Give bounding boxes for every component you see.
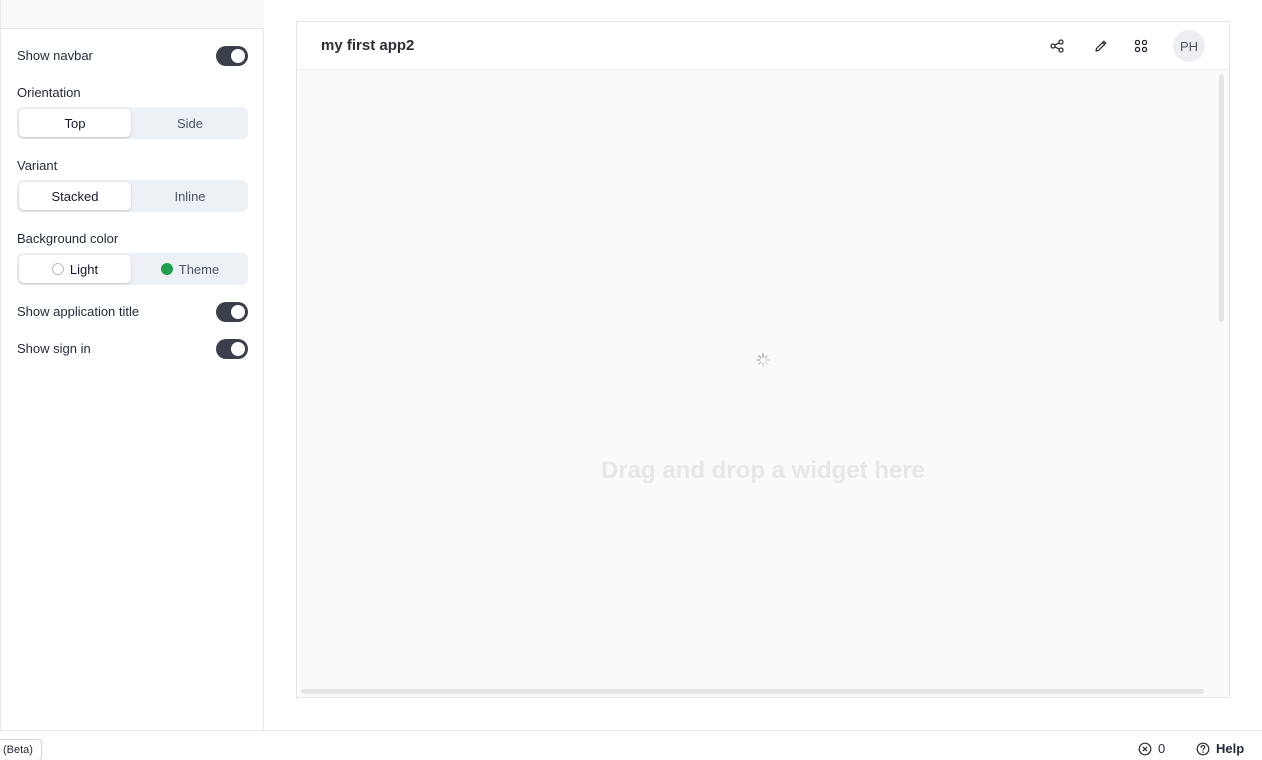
- help-button[interactable]: Help: [1196, 741, 1244, 756]
- help-label: Help: [1216, 741, 1245, 756]
- pencil-icon[interactable]: [1091, 36, 1111, 56]
- variant-option-inline[interactable]: Inline: [134, 182, 246, 210]
- toggle-knob: [231, 305, 245, 319]
- orientation-segmented-control: Top Side: [17, 107, 248, 139]
- app-preview-canvas: my first app2 PH Drag and drop a widget …: [296, 21, 1230, 698]
- drop-zone-hint: Drag and drop a widget here: [600, 457, 926, 484]
- show-app-title-toggle[interactable]: [216, 302, 248, 322]
- light-swatch-icon: [51, 263, 64, 275]
- background-option-theme-label: Theme: [178, 261, 220, 277]
- error-counter[interactable]: 0: [1138, 741, 1165, 756]
- horizontal-scrollbar[interactable]: [301, 689, 1204, 694]
- preview-navbar: my first app2 PH: [297, 22, 1229, 70]
- toggle-knob: [231, 342, 245, 356]
- show-app-title-label: Show application title: [17, 304, 140, 319]
- grid-icon[interactable]: [1131, 36, 1151, 56]
- show-navbar-toggle[interactable]: [216, 46, 248, 66]
- background-option-theme[interactable]: Theme: [134, 255, 246, 283]
- panel-header-strip: [1, 0, 264, 29]
- variant-label: Variant: [17, 158, 58, 173]
- background-option-light-label: Light: [69, 261, 99, 277]
- background-color-label: Background color: [17, 231, 119, 246]
- help-circle-icon: [1196, 742, 1210, 755]
- show-sign-in-label: Show sign in: [17, 341, 91, 356]
- variant-option-stacked[interactable]: Stacked: [19, 182, 131, 210]
- orientation-option-side[interactable]: Side: [134, 109, 246, 137]
- background-color-segmented-control: Light Theme: [17, 253, 248, 285]
- variant-segmented-control: Stacked Inline: [17, 180, 248, 212]
- orientation-label: Orientation: [17, 85, 81, 100]
- orientation-option-top[interactable]: Top: [19, 109, 131, 137]
- theme-swatch-icon: [160, 263, 173, 275]
- beta-chip[interactable]: (Beta): [0, 739, 42, 760]
- loading-spinner-icon: [756, 353, 770, 367]
- share-icon[interactable]: [1047, 36, 1067, 56]
- show-sign-in-toggle[interactable]: [216, 339, 248, 359]
- background-option-light[interactable]: Light: [19, 255, 131, 283]
- app-root: Show navbar Orientation Top Side Variant…: [0, 0, 1262, 760]
- error-circle-icon: [1138, 742, 1152, 755]
- error-count-value: 0: [1158, 741, 1166, 756]
- user-avatar[interactable]: PH: [1173, 30, 1205, 62]
- navbar-settings-panel: Show navbar Orientation Top Side Variant…: [0, 0, 264, 730]
- status-footer: (Beta) 0 Help: [0, 730, 1262, 760]
- show-navbar-label: Show navbar: [17, 48, 93, 63]
- app-title: my first app2: [321, 37, 415, 54]
- vertical-scrollbar[interactable]: [1219, 74, 1224, 322]
- toggle-knob: [231, 49, 245, 63]
